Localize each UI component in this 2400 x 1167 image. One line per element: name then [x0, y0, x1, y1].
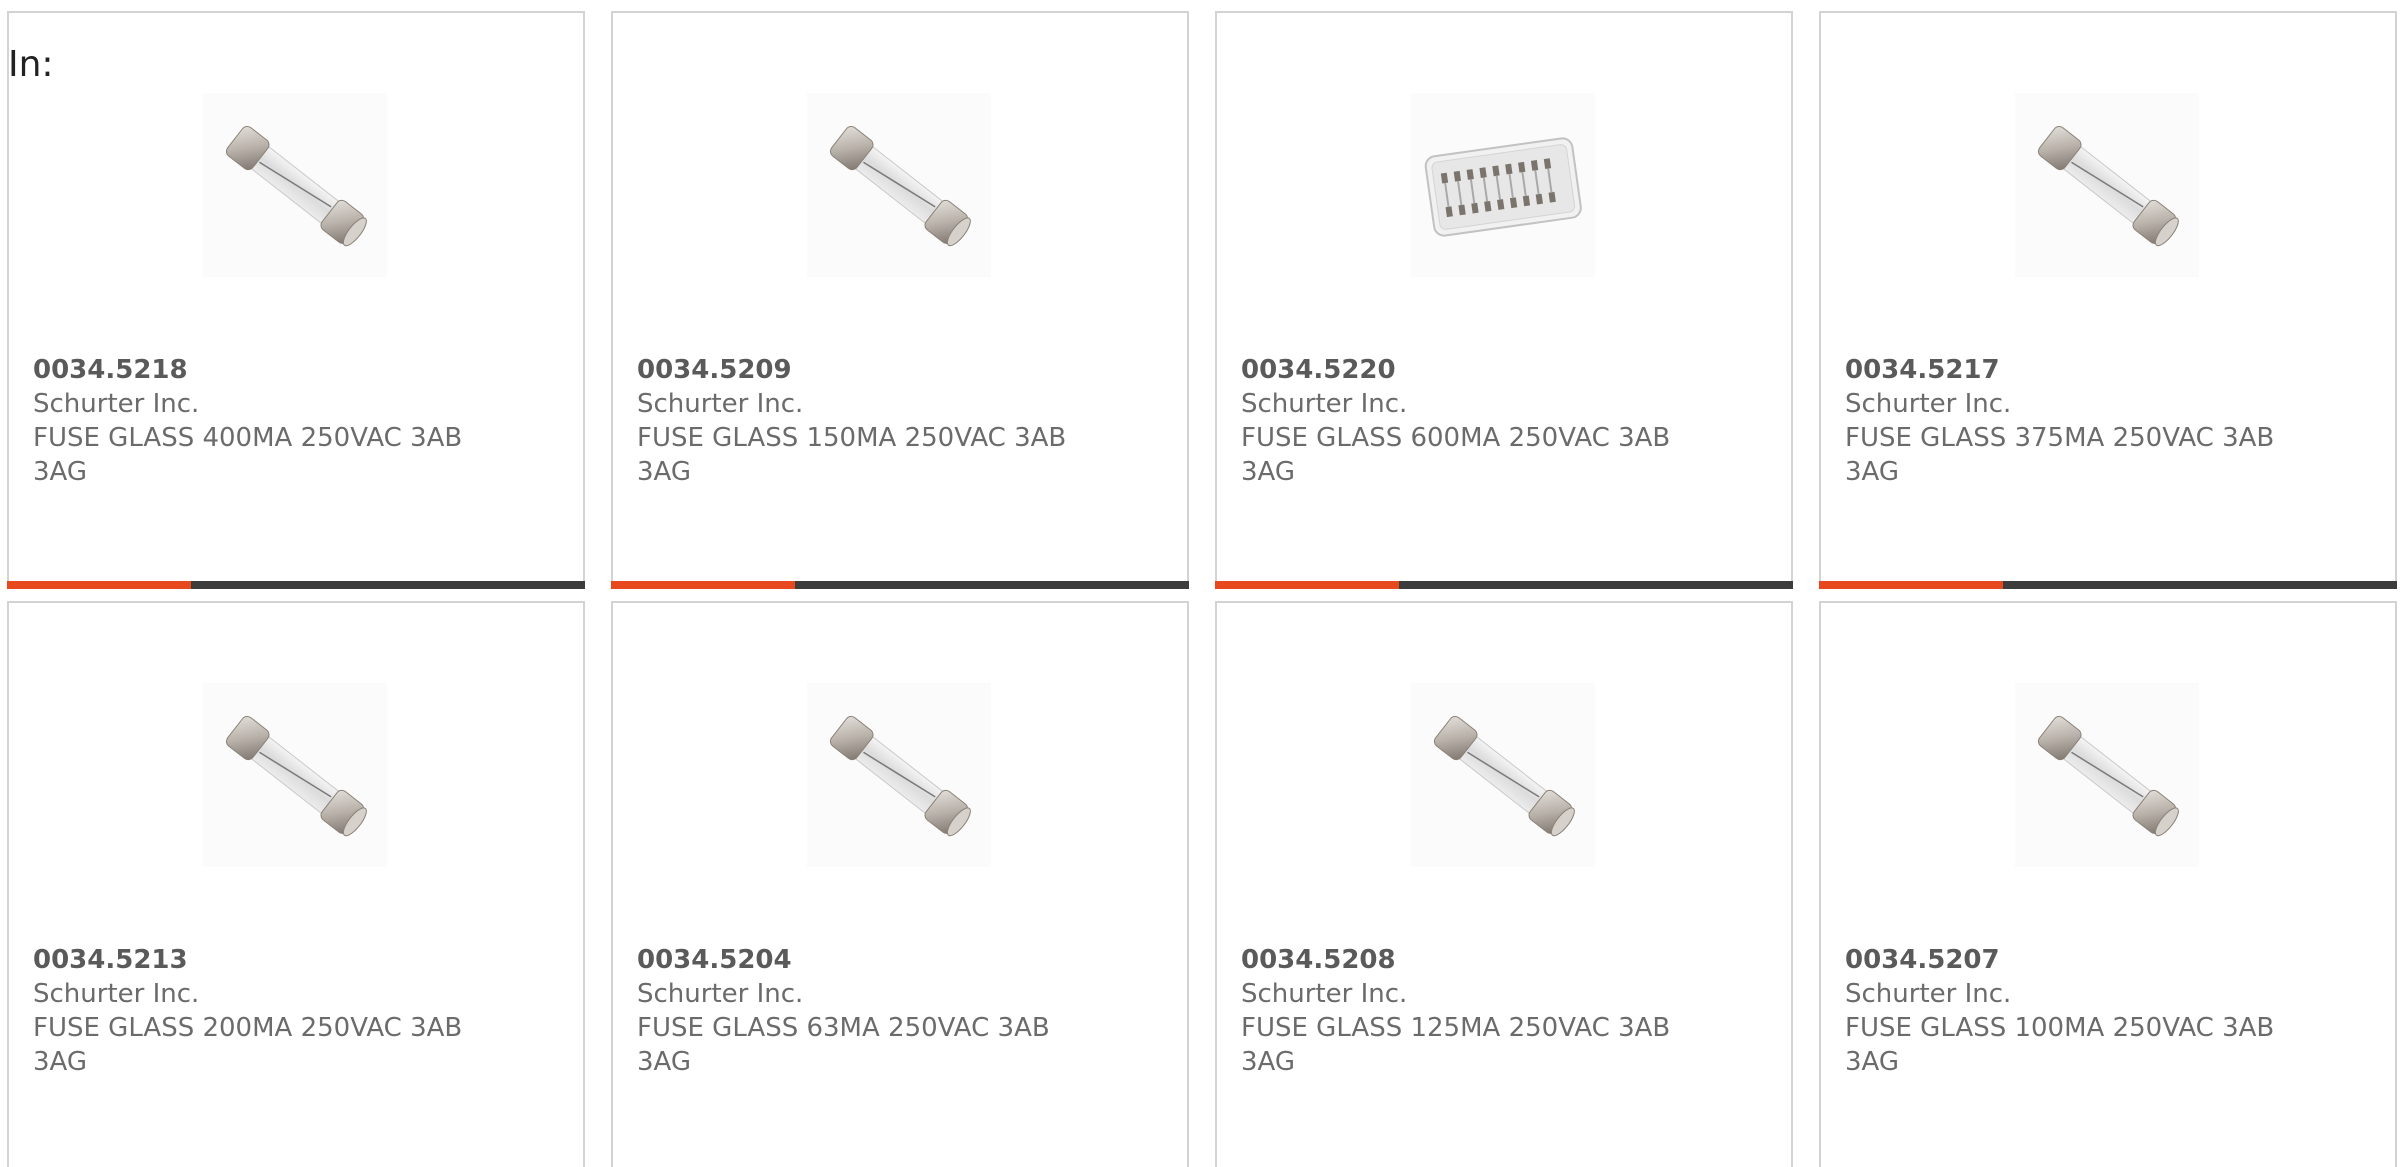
part-number[interactable]: 0034.5209 [637, 353, 1077, 387]
product-card[interactable]: 0034.5217 Schurter Inc. FUSE GLASS 375MA… [1819, 11, 2397, 589]
product-card[interactable]: 0034.5213 Schurter Inc. FUSE GLASS 200MA… [7, 601, 585, 1167]
glass-fuse-icon[interactable] [2007, 675, 2207, 875]
card-accent-bar [1215, 581, 1399, 589]
product-description: FUSE GLASS 600MA 250VAC 3AB 3AG [1241, 423, 1671, 487]
manufacturer-name: Schurter Inc. [33, 389, 200, 419]
product-info: 0034.5209 Schurter Inc. FUSE GLASS 150MA… [637, 353, 1077, 489]
card-bottom-bar [1819, 581, 2397, 589]
product-description: FUSE GLASS 63MA 250VAC 3AB 3AG [637, 1013, 1050, 1077]
part-number[interactable]: 0034.5218 [33, 353, 473, 387]
product-info: 0034.5220 Schurter Inc. FUSE GLASS 600MA… [1241, 353, 1681, 489]
manufacturer-name: Schurter Inc. [1241, 979, 1408, 1009]
part-number[interactable]: 0034.5213 [33, 943, 473, 977]
manufacturer-name: Schurter Inc. [1845, 979, 2012, 1009]
product-info: 0034.5217 Schurter Inc. FUSE GLASS 375MA… [1845, 353, 2285, 489]
product-card[interactable]: 0034.5204 Schurter Inc. FUSE GLASS 63MA … [611, 601, 1189, 1167]
part-number[interactable]: 0034.5217 [1845, 353, 2285, 387]
part-number[interactable]: 0034.5208 [1241, 943, 1681, 977]
part-number[interactable]: 0034.5220 [1241, 353, 1681, 387]
manufacturer-name: Schurter Inc. [637, 979, 804, 1009]
manufacturer-name: Schurter Inc. [33, 979, 200, 1009]
manufacturer-name: Schurter Inc. [637, 389, 804, 419]
part-number[interactable]: 0034.5207 [1845, 943, 2285, 977]
product-info: 0034.5208 Schurter Inc. FUSE GLASS 125MA… [1241, 943, 1681, 1079]
manufacturer-name: Schurter Inc. [1241, 389, 1408, 419]
card-bottom-bar [7, 581, 585, 589]
card-accent-bar [7, 581, 191, 589]
card-bottom-bar [1215, 581, 1793, 589]
product-card[interactable]: 0034.5208 Schurter Inc. FUSE GLASS 125MA… [1215, 601, 1793, 1167]
product-description: FUSE GLASS 100MA 250VAC 3AB 3AG [1845, 1013, 2275, 1077]
glass-fuse-icon[interactable] [1403, 675, 1603, 875]
product-card[interactable]: 0034.5218 Schurter Inc. FUSE GLASS 400MA… [7, 11, 585, 589]
fuse-pack-icon[interactable] [1403, 85, 1603, 285]
product-info: 0034.5218 Schurter Inc. FUSE GLASS 400MA… [33, 353, 473, 489]
product-card[interactable]: 0034.5220 Schurter Inc. FUSE GLASS 600MA… [1215, 11, 1793, 589]
glass-fuse-icon[interactable] [799, 675, 999, 875]
product-description: FUSE GLASS 150MA 250VAC 3AB 3AG [637, 423, 1067, 487]
product-info: 0034.5213 Schurter Inc. FUSE GLASS 200MA… [33, 943, 473, 1079]
product-description: FUSE GLASS 400MA 250VAC 3AB 3AG [33, 423, 463, 487]
product-description: FUSE GLASS 125MA 250VAC 3AB 3AG [1241, 1013, 1671, 1077]
product-description: FUSE GLASS 200MA 250VAC 3AB 3AG [33, 1013, 463, 1077]
product-description: FUSE GLASS 375MA 250VAC 3AB 3AG [1845, 423, 2275, 487]
card-accent-bar [1819, 581, 2003, 589]
card-accent-bar [611, 581, 795, 589]
product-grid-page: In: 0034.5218 Schurter Inc. FUSE GLASS 4… [0, 0, 2400, 1167]
part-number[interactable]: 0034.5204 [637, 943, 1077, 977]
glass-fuse-icon[interactable] [195, 85, 395, 285]
glass-fuse-icon[interactable] [799, 85, 999, 285]
product-card[interactable]: 0034.5209 Schurter Inc. FUSE GLASS 150MA… [611, 11, 1189, 589]
filter-in-label: In: [8, 44, 54, 85]
glass-fuse-icon[interactable] [2007, 85, 2207, 285]
product-info: 0034.5207 Schurter Inc. FUSE GLASS 100MA… [1845, 943, 2285, 1079]
manufacturer-name: Schurter Inc. [1845, 389, 2012, 419]
product-info: 0034.5204 Schurter Inc. FUSE GLASS 63MA … [637, 943, 1077, 1079]
product-card[interactable]: 0034.5207 Schurter Inc. FUSE GLASS 100MA… [1819, 601, 2397, 1167]
card-bottom-bar [611, 581, 1189, 589]
glass-fuse-icon[interactable] [195, 675, 395, 875]
